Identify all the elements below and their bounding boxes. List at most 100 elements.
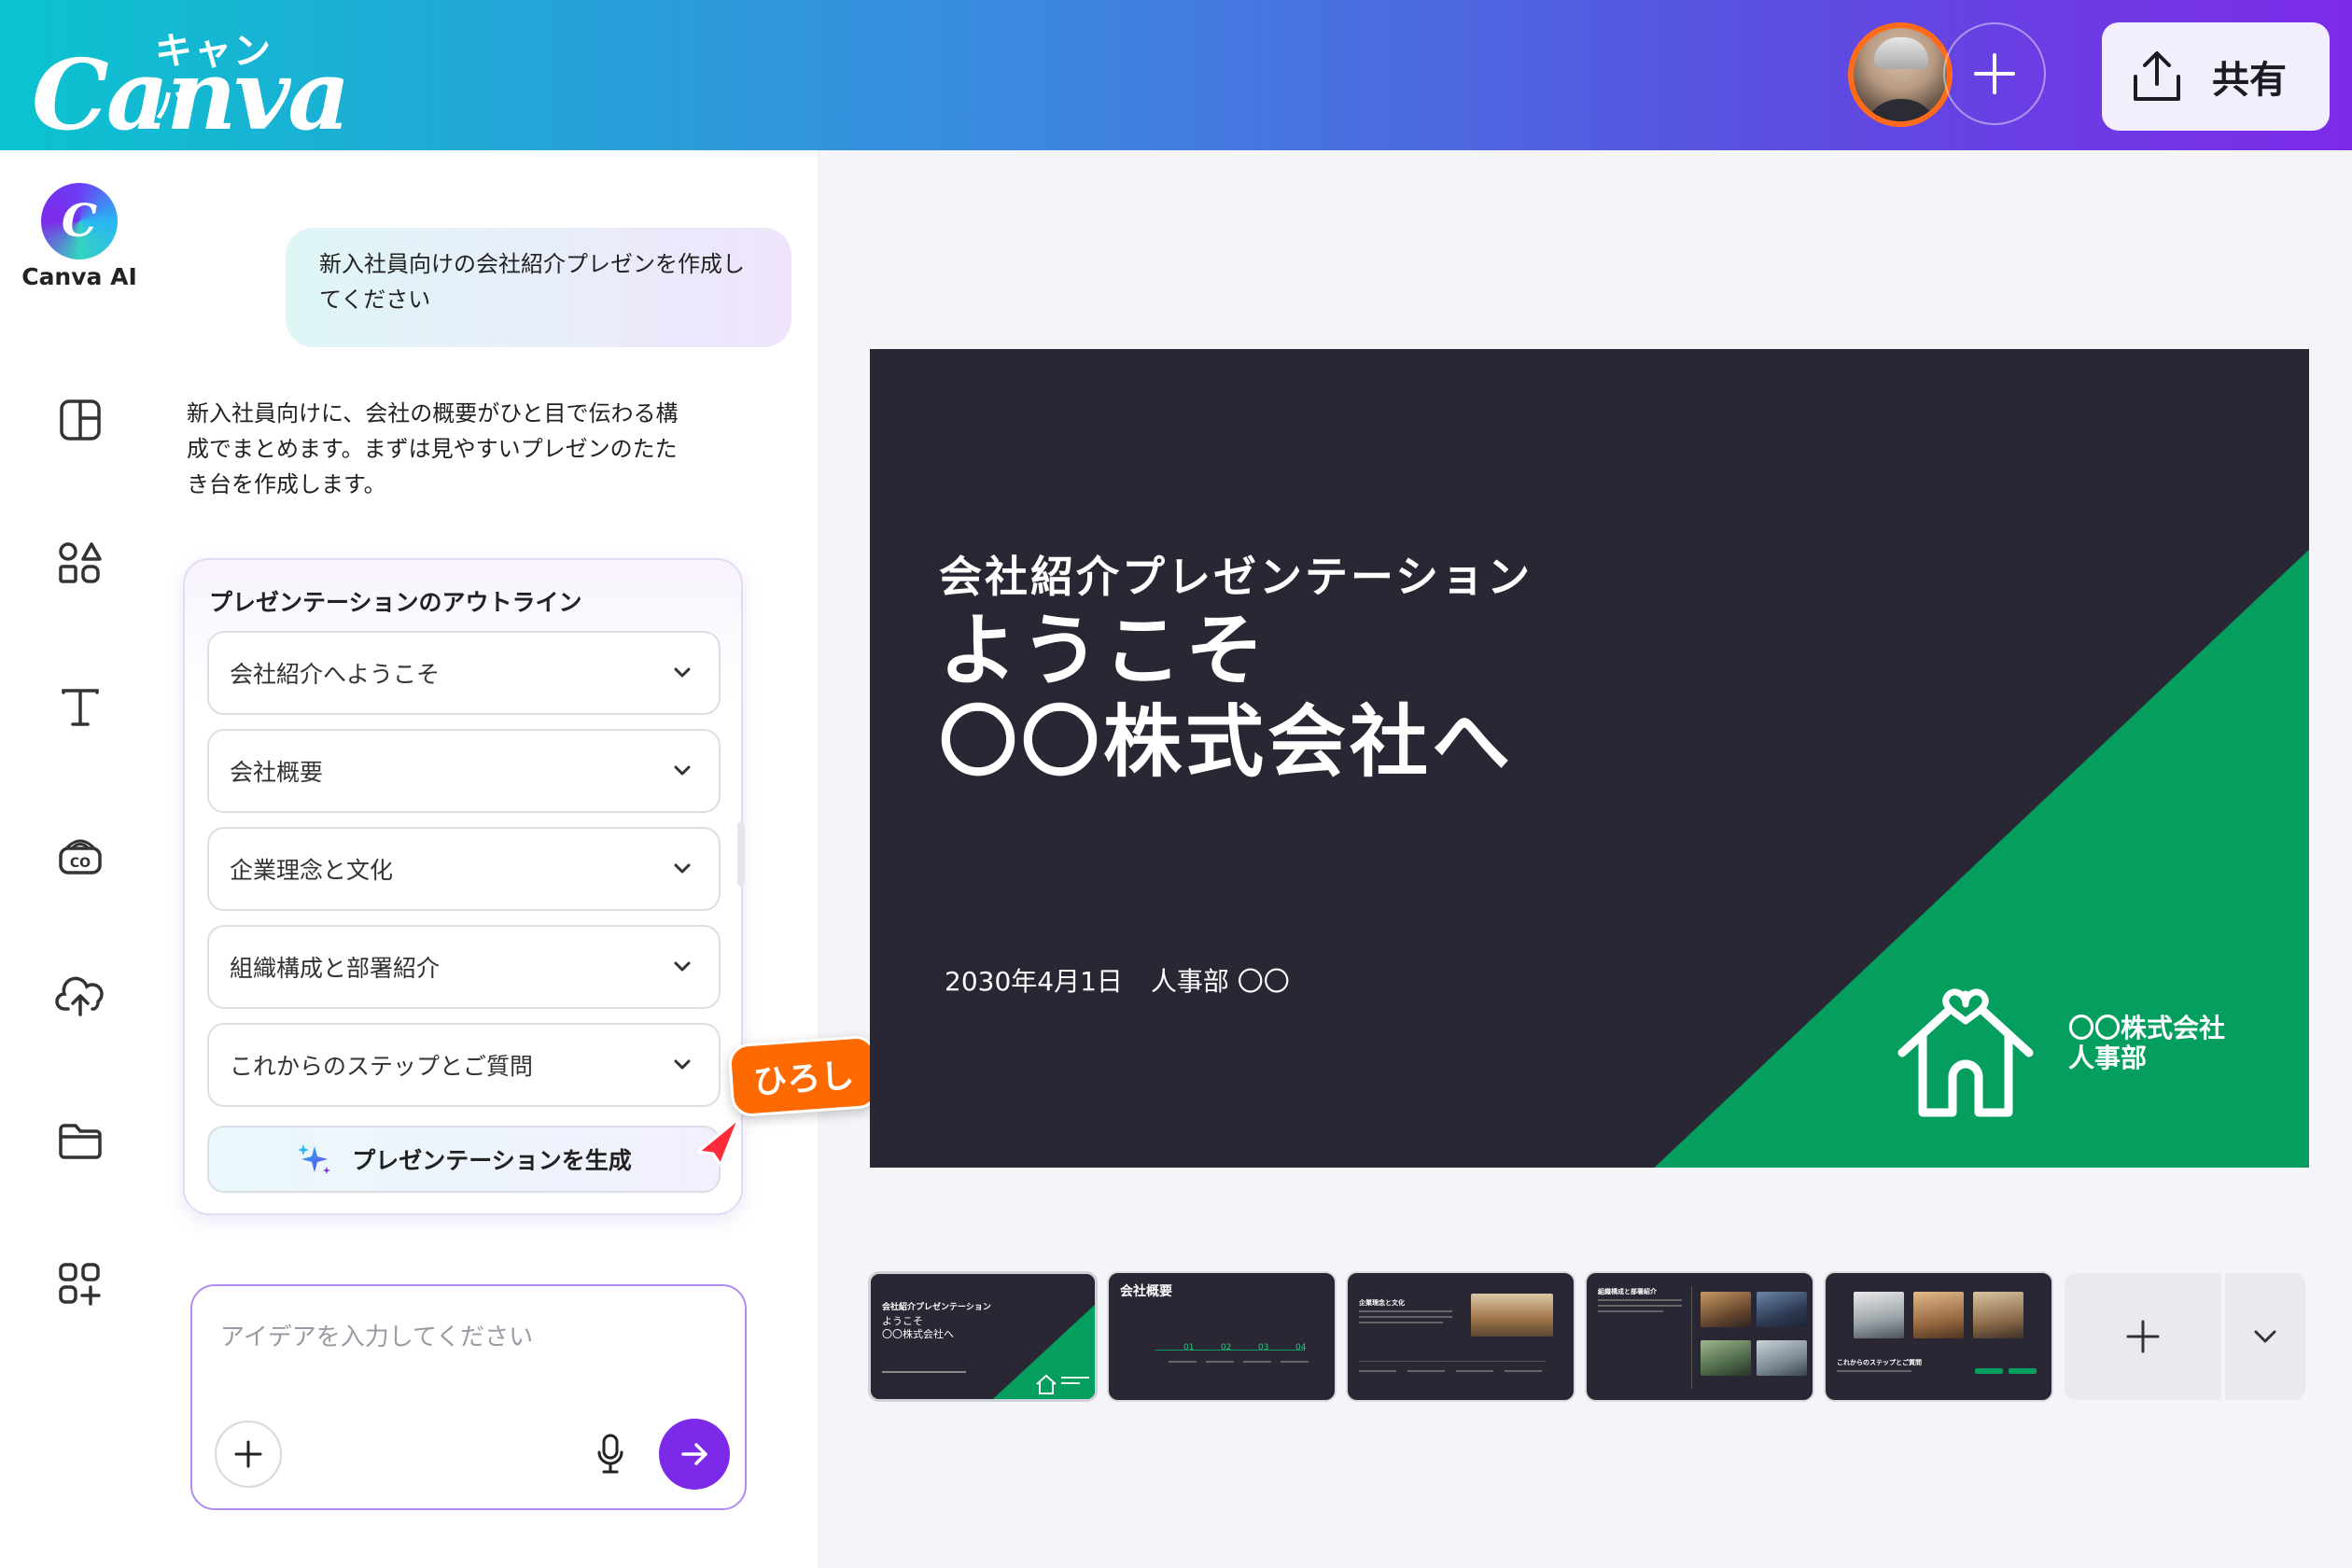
thumb-divider — [1359, 1361, 1546, 1362]
thumb-divider — [1691, 1286, 1692, 1389]
thumb-text-placeholder — [1598, 1310, 1663, 1312]
workplace-photo — [1973, 1292, 2023, 1338]
chevron-down-icon — [674, 667, 691, 678]
page-thumbnail-3[interactable]: 企業理念と文化 — [1346, 1271, 1575, 1402]
generate-label: プレゼンテーションを生成 — [352, 1147, 632, 1174]
canva-ai-label: Canva AI — [21, 263, 137, 290]
send-button[interactable] — [659, 1419, 730, 1490]
thumb-1-subtitle: 会社紹介プレゼンテーション — [882, 1303, 991, 1312]
thumb-step-number: 04 — [1295, 1343, 1307, 1352]
add-page-button[interactable] — [2065, 1273, 2221, 1400]
team-photo — [1701, 1292, 1751, 1327]
outline-item[interactable]: これからのステップとご質問 — [207, 1023, 721, 1107]
elements-icon[interactable] — [52, 536, 108, 592]
folder-icon[interactable] — [52, 1113, 108, 1169]
workplace-photo — [1854, 1292, 1904, 1338]
outline-item-label: 会社概要 — [230, 759, 324, 786]
avatar[interactable] — [1848, 22, 1953, 127]
thumb-text-placeholder — [1359, 1322, 1443, 1323]
slide-headline[interactable]: ようこそ 〇〇株式会社へ — [939, 605, 1514, 788]
company-line-1: 〇〇株式会社 — [2068, 1013, 2226, 1043]
outline-item[interactable]: 会社紹介へようこそ — [207, 631, 721, 715]
thumb-text-placeholder — [1359, 1370, 1396, 1372]
outline-item[interactable]: 組織構成と部署紹介 — [207, 925, 721, 1009]
thumb-green-tag — [2009, 1368, 2037, 1374]
outline-item[interactable]: 会社概要 — [207, 729, 721, 813]
thumb-text-placeholder — [1407, 1370, 1445, 1372]
collaborator-name-tag: ひろし — [727, 1034, 880, 1118]
page-thumbnail-4[interactable]: 組織構成と部署紹介 — [1585, 1271, 1814, 1402]
thumb-step-number: 03 — [1258, 1343, 1269, 1352]
add-collaborator-button[interactable] — [1943, 22, 2046, 125]
thumb-text-placeholder — [1598, 1299, 1682, 1301]
thumb-text-placeholder — [1061, 1382, 1080, 1384]
microphone-button[interactable] — [588, 1432, 633, 1477]
attach-button[interactable] — [215, 1421, 282, 1488]
text-icon[interactable] — [52, 679, 108, 735]
slide-subtitle[interactable]: 会社紹介プレゼンテーション — [939, 543, 1533, 605]
team-photo — [1701, 1340, 1751, 1376]
arrow-right-icon — [681, 1443, 707, 1465]
page-thumbnail-5[interactable]: これからのステップとご質問 — [1824, 1271, 2053, 1402]
chevron-down-icon — [674, 1059, 691, 1070]
outline-item-label: 会社紹介へようこそ — [230, 661, 441, 688]
plus-icon — [1974, 53, 2015, 94]
ai-reply-text: 新入社員向けに、会社の概要がひと目で伝わる構成でまとめます。まずは見やすいプレゼ… — [187, 400, 679, 497]
headline-line-2: 〇〇株式会社へ — [939, 696, 1515, 788]
brand-wordmark: Canva — [32, 37, 351, 152]
page-options-button[interactable] — [2225, 1273, 2305, 1400]
outline-title: プレゼンテーションのアウトライン — [209, 589, 582, 616]
outline-item[interactable]: 企業理念と文化 — [207, 827, 721, 911]
page-thumbnail-1[interactable]: 会社紹介プレゼンテーション ようこそ 〇〇株式会社へ — [868, 1271, 1098, 1402]
thumb-3-title: 企業理念と文化 — [1359, 1299, 1405, 1307]
prompt-box — [190, 1284, 747, 1510]
thumb-text-placeholder — [1456, 1370, 1493, 1372]
canva-ai-icon[interactable]: C — [41, 183, 118, 259]
plus-icon — [234, 1440, 262, 1468]
office-photo — [1471, 1294, 1553, 1337]
avatar-hair — [1874, 37, 1928, 69]
thumb-text-placeholder — [882, 1371, 966, 1373]
canva-logo[interactable]: キャンバ Canva — [32, 17, 351, 152]
sparkle-icon — [298, 1144, 331, 1174]
house-heart-icon — [1036, 1374, 1057, 1394]
thumb-text-placeholder — [1837, 1370, 1911, 1372]
panel-resize-handle[interactable] — [737, 821, 745, 887]
house-heart-icon[interactable] — [1891, 980, 2040, 1120]
slide-meta[interactable]: 2030年4月1日 人事部 〇〇 — [945, 961, 1290, 999]
share-button[interactable]: 共有 — [2102, 22, 2330, 131]
slide-company-name[interactable]: 〇〇株式会社 人事部 — [2068, 1014, 2225, 1073]
thumb-step-number: 02 — [1221, 1343, 1232, 1352]
page-thumbnail-2[interactable]: 会社概要 01 02 03 04 — [1107, 1271, 1337, 1402]
share-label: 共有 — [2212, 59, 2287, 102]
generate-presentation-button[interactable]: プレゼンテーションを生成 — [207, 1126, 721, 1193]
thumb-text-placeholder — [1359, 1310, 1452, 1312]
user-message-bubble: 新入社員向けの会社紹介プレゼンを作成してください — [286, 228, 791, 347]
outline-card: プレゼンテーションのアウトライン 会社紹介へようこそ 会社概要 企業理念と文化 … — [183, 558, 743, 1215]
headline-line-1: ようこそ — [939, 605, 1268, 696]
team-photo — [1757, 1292, 1807, 1327]
avatar-shirt — [1863, 99, 1939, 121]
thumb-text-placeholder — [1169, 1361, 1197, 1363]
outline-item-label: これからのステップとご質問 — [230, 1053, 534, 1080]
design-icon[interactable] — [52, 392, 108, 448]
thumb-step-number: 01 — [1183, 1343, 1195, 1352]
upload-icon — [2134, 51, 2180, 101]
idea-input[interactable] — [220, 1323, 706, 1351]
thumb-text-placeholder — [1359, 1316, 1452, 1318]
thumb-green-tag — [1975, 1368, 2003, 1374]
thumb-1-line2: ようこそ — [882, 1315, 923, 1327]
company-line-2: 人事部 — [2068, 1043, 2148, 1073]
chevron-down-icon — [2254, 1330, 2276, 1343]
outline-item-label: 企業理念と文化 — [230, 857, 394, 884]
upload-cloud-icon[interactable] — [52, 967, 108, 1023]
plus-icon — [2126, 1320, 2160, 1353]
team-photo — [1757, 1340, 1807, 1376]
apps-icon[interactable] — [52, 1256, 108, 1312]
thumb-text-placeholder — [1061, 1377, 1089, 1379]
slide-date: 2030年4月1日 — [945, 966, 1123, 997]
slide-canvas[interactable]: 会社紹介プレゼンテーション ようこそ 〇〇株式会社へ 2030年4月1日 人事部 … — [870, 349, 2309, 1168]
thumb-text-placeholder — [1281, 1361, 1309, 1363]
brand-kit-icon[interactable]: CO — [52, 827, 108, 883]
slide-department: 人事部 〇〇 — [1150, 966, 1290, 997]
